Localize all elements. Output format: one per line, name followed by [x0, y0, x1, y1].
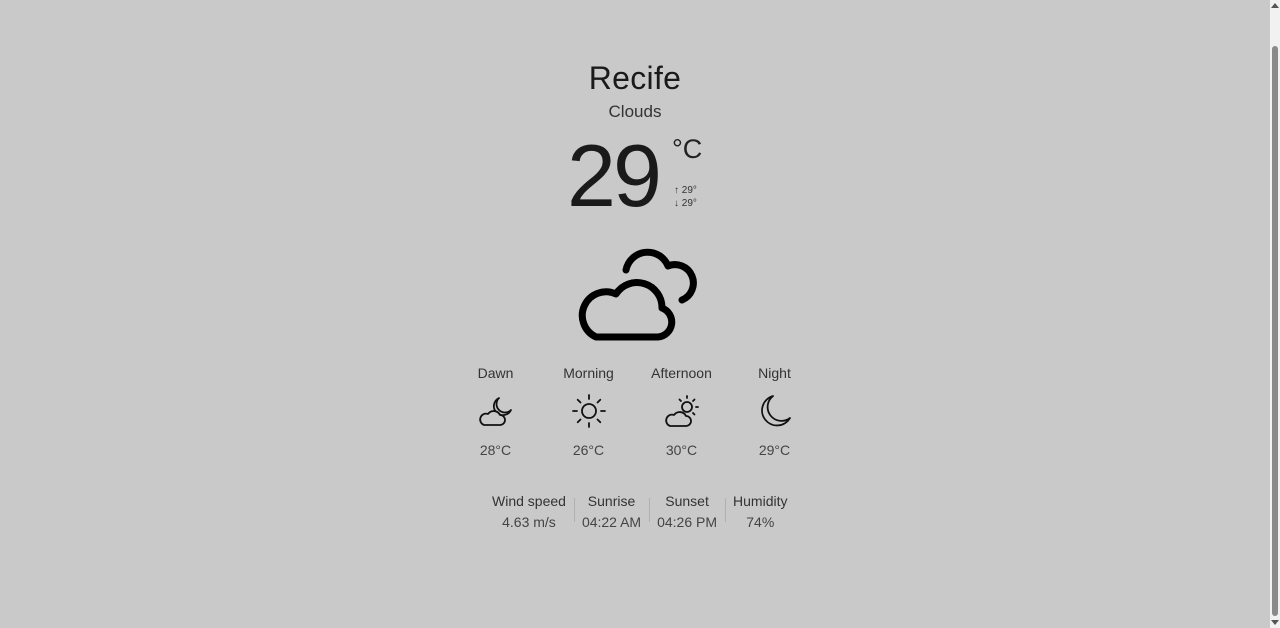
scrollbar-thumb[interactable] — [1272, 46, 1278, 616]
detail-label: Sunrise — [587, 493, 636, 509]
detail-value: 74% — [746, 514, 775, 530]
detail-value: 04:22 AM — [581, 514, 642, 530]
period-night: Night 29°C — [728, 365, 821, 458]
period-temperature: 26°C — [572, 442, 605, 458]
period-morning: Morning 26°C — [542, 365, 635, 458]
scroll-down-arrow-icon[interactable] — [1271, 620, 1279, 625]
scroll-up-arrow-icon[interactable] — [1271, 3, 1279, 8]
detail-humidity: Humidity 74% — [725, 493, 795, 530]
period-label: Dawn — [477, 365, 514, 381]
partly-cloudy-day-icon — [635, 391, 728, 431]
detail-wind-speed: Wind speed 4.63 m/s — [484, 493, 574, 530]
period-label: Night — [758, 365, 791, 381]
partly-cloudy-night-icon — [449, 391, 542, 431]
period-temperature: 30°C — [665, 442, 698, 458]
cloudy-icon — [574, 248, 698, 349]
period-afternoon: Afternoon 30°C — [635, 365, 728, 458]
period-temperature: 29°C — [758, 442, 791, 458]
vertical-scrollbar[interactable] — [1270, 0, 1280, 628]
detail-label: Humidity — [733, 493, 788, 509]
temperature-range: ↑ 29° ↓ 29° — [674, 184, 697, 210]
period-forecast: Dawn 28°C Morning 26°C Afternoon 30°C Ni… — [449, 365, 822, 458]
current-temperature: 29 — [567, 126, 662, 225]
detail-sunrise: Sunrise 04:22 AM — [573, 493, 649, 530]
detail-label: Sunset — [665, 493, 709, 509]
detail-sunset: Sunset 04:26 PM — [649, 493, 725, 530]
moon-icon — [728, 391, 821, 431]
detail-value: 04:26 PM — [657, 514, 718, 530]
period-label: Morning — [563, 365, 614, 381]
temperature-unit: °C — [672, 134, 703, 164]
weather-page: Recife Clouds 29 °C ↑ 29° ↓ 29° Dawn 28°… — [0, 0, 1270, 628]
weather-details: Wind speed 4.63 m/s Sunrise 04:22 AM Sun… — [484, 493, 796, 530]
detail-value: 4.63 m/s — [502, 514, 556, 530]
weather-condition: Clouds — [608, 102, 662, 121]
detail-label: Wind speed — [492, 493, 566, 509]
city-name: Recife — [588, 60, 682, 96]
max-temperature: ↑ 29° — [674, 185, 697, 196]
sun-icon — [542, 391, 635, 431]
period-temperature: 28°C — [479, 442, 512, 458]
period-dawn: Dawn 28°C — [449, 365, 542, 458]
min-temperature: ↓ 29° — [674, 198, 697, 209]
period-label: Afternoon — [651, 365, 712, 381]
